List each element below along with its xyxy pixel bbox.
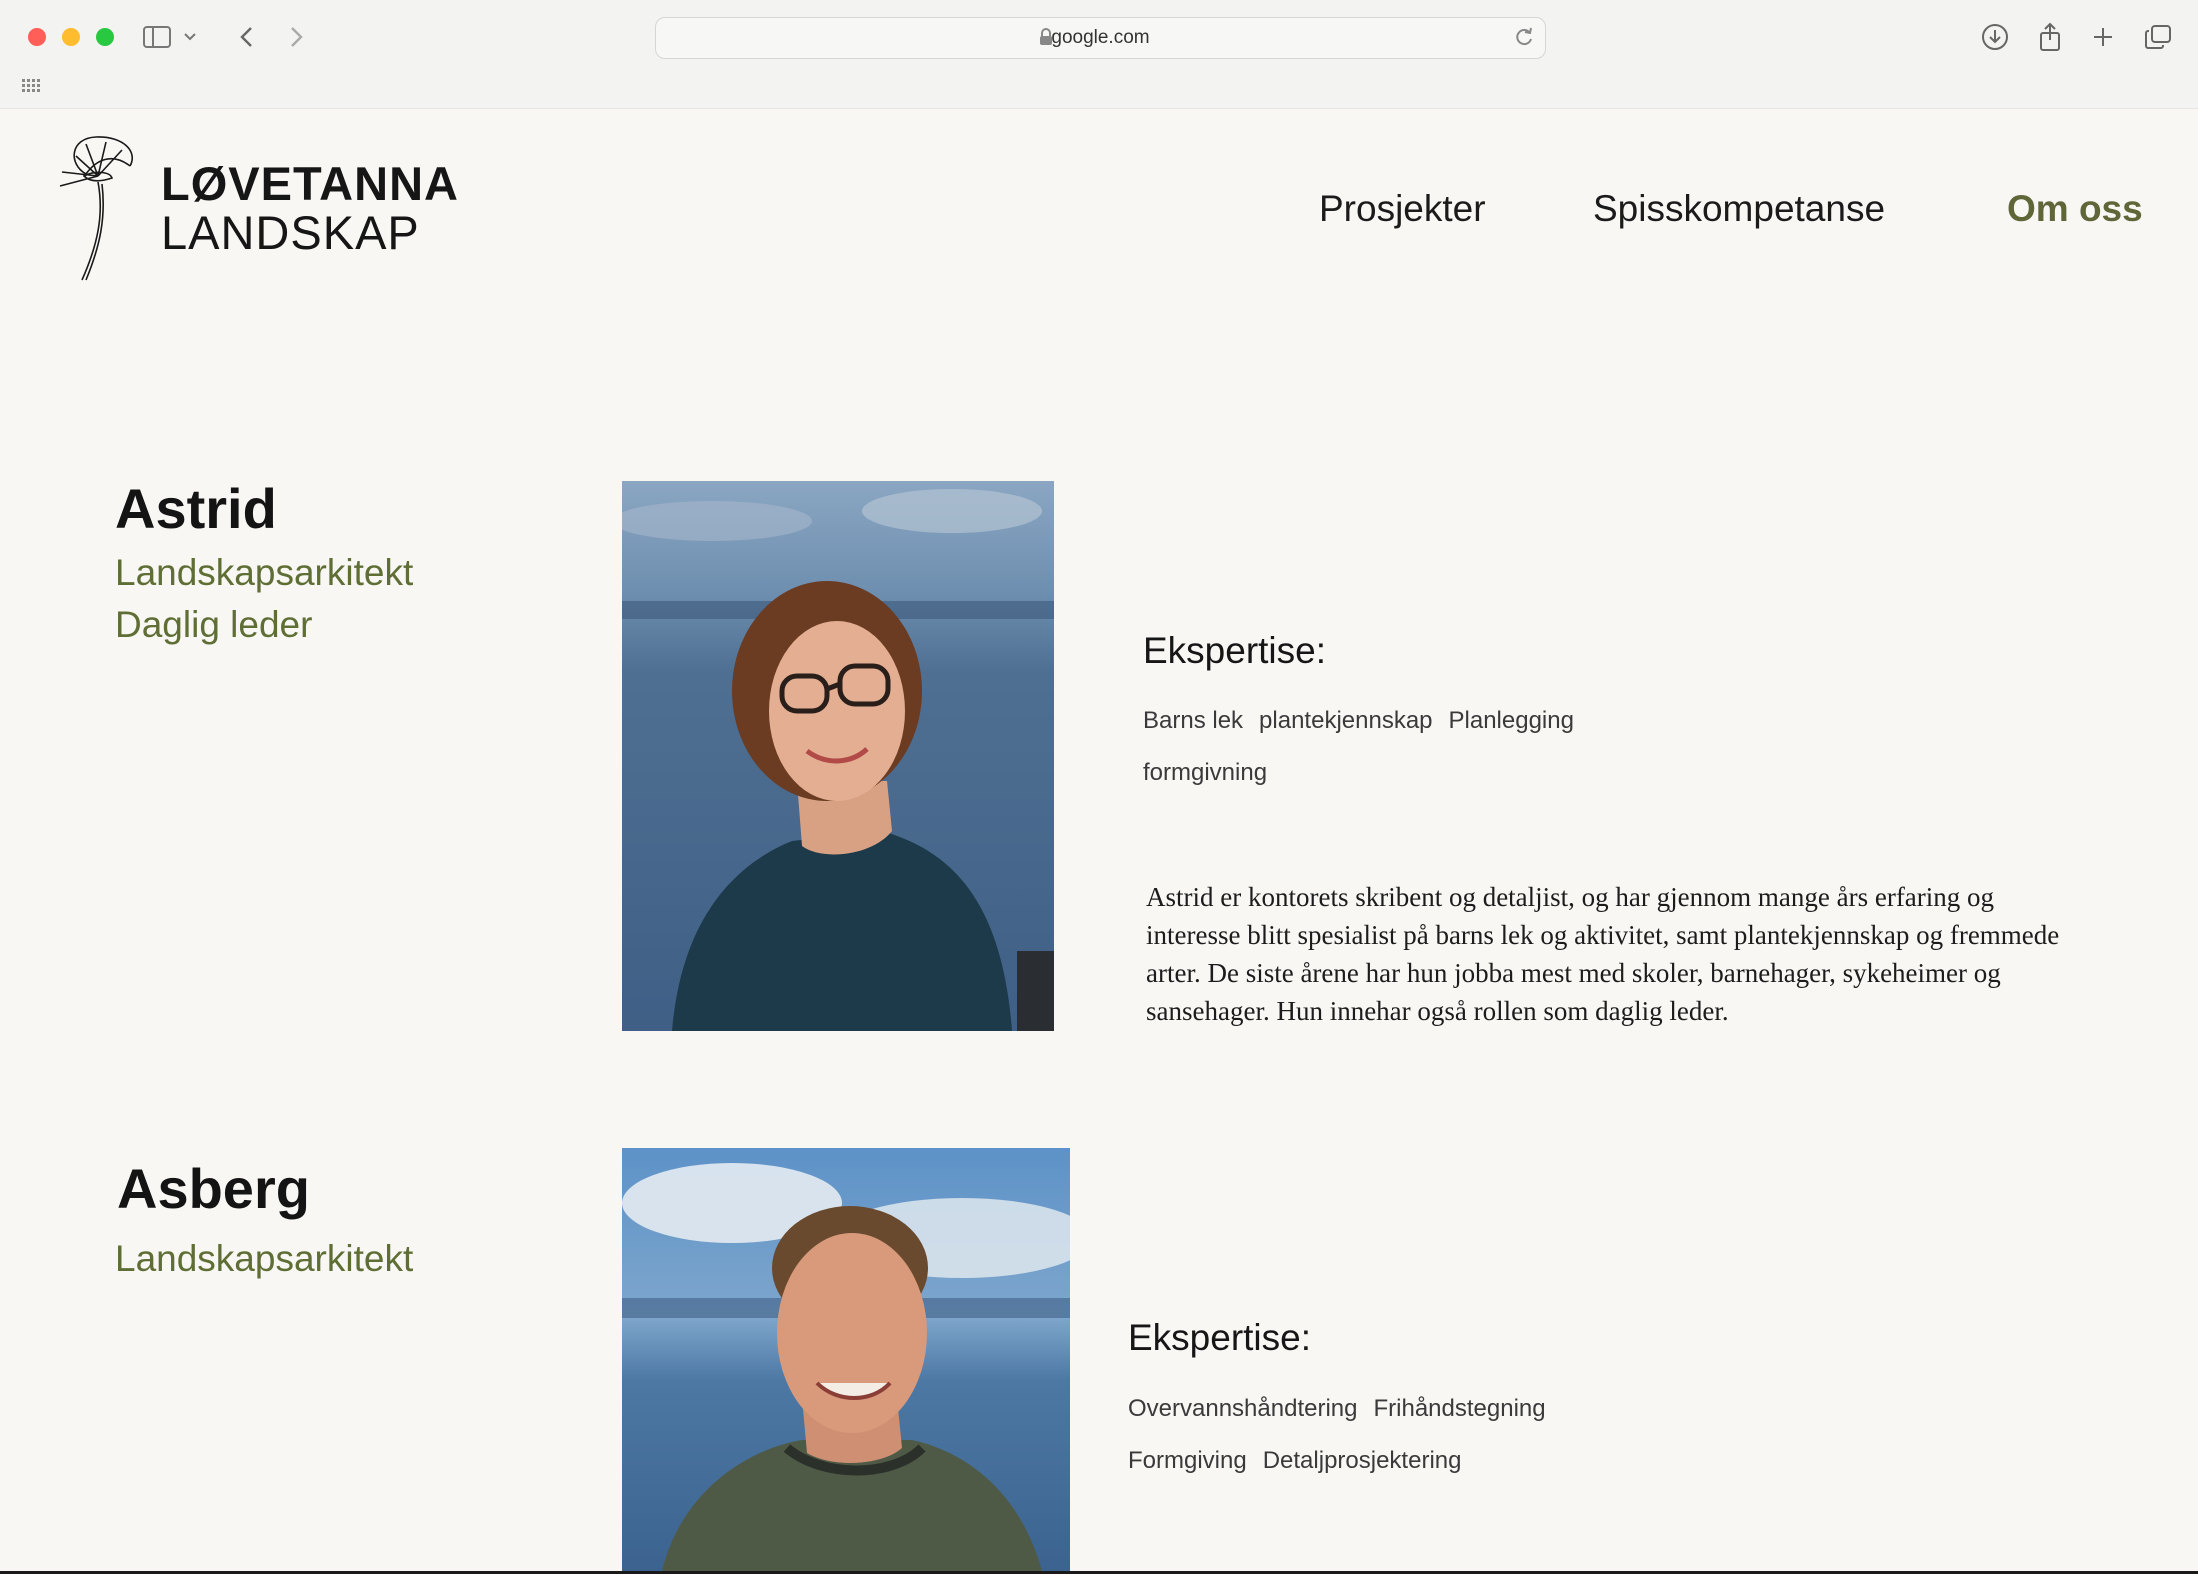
expertise-heading: Ekspertise:	[1143, 630, 1327, 671]
zoom-window-button[interactable]	[96, 28, 114, 46]
expertise-tag: Formgiving	[1128, 1447, 1247, 1474]
expertise-tags: Barns lek plantekjennskap Planlegging fo…	[1143, 695, 1574, 799]
back-icon	[240, 27, 252, 47]
minimize-window-button[interactable]	[62, 28, 80, 46]
profile-role: Landskapsarkitekt	[115, 552, 414, 593]
reload-icon[interactable]	[1513, 26, 1535, 48]
brand-name[interactable]: LØVETANNA LANDSKAP	[161, 160, 459, 256]
nav-spisskompetanse[interactable]: Spisskompetanse	[1593, 188, 1885, 230]
browser-toolbar: google.com	[0, 0, 2198, 109]
forward-button[interactable]	[279, 20, 315, 54]
dandelion-logo-icon[interactable]	[56, 134, 142, 284]
sidebar-toggle-button[interactable]	[139, 20, 175, 54]
profile-name: Asberg	[117, 1157, 310, 1220]
sidebar-icon	[143, 26, 171, 48]
nav-prosjekter[interactable]: Prosjekter	[1319, 188, 1486, 230]
brand-line-2: LANDSKAP	[161, 206, 420, 259]
expertise-tags: Overvannshåndtering Frihåndstegning Form…	[1128, 1383, 1546, 1487]
tabs-overview-icon	[2145, 25, 2171, 49]
downloads-button[interactable]	[1977, 20, 2013, 54]
window-controls	[28, 28, 114, 46]
expertise-tag: Planlegging	[1448, 707, 1574, 734]
chevron-down-icon	[184, 33, 196, 41]
tag-row: formgivning	[1143, 747, 1574, 799]
portrait-image	[622, 1148, 1070, 1571]
tag-row: Overvannshåndtering Frihåndstegning	[1128, 1383, 1546, 1435]
grid-icon[interactable]	[22, 79, 42, 93]
sidebar-menu-button[interactable]	[180, 20, 200, 54]
address-bar[interactable]: google.com	[655, 17, 1546, 59]
nav-om-oss[interactable]: Om oss	[2007, 188, 2143, 230]
profile-name: Astrid	[115, 477, 277, 540]
forward-icon	[291, 27, 303, 47]
expertise-tag: formgivning	[1143, 759, 1268, 786]
close-window-button[interactable]	[28, 28, 46, 46]
tag-row: Formgiving Detaljprosjektering	[1128, 1435, 1546, 1487]
new-tab-button[interactable]	[2085, 20, 2121, 54]
profile-photo-astrid	[622, 481, 1054, 1031]
expertise-tag: Detaljprosjektering	[1262, 1447, 1462, 1474]
profile-role: Landskapsarkitekt	[115, 1238, 414, 1279]
expertise-tag: Frihåndstegning	[1373, 1395, 1546, 1422]
profile-role: Daglig leder	[115, 604, 313, 645]
share-button[interactable]	[2032, 20, 2068, 54]
url-text: google.com	[1051, 27, 1150, 48]
back-button[interactable]	[228, 20, 264, 54]
expertise-tag: Barns lek	[1143, 707, 1244, 734]
profile-photo-asberg	[622, 1148, 1070, 1571]
expertise-tag: plantekjennskap	[1259, 707, 1433, 734]
expertise-heading: Ekspertise:	[1128, 1317, 1312, 1358]
tabs-overview-button[interactable]	[2140, 20, 2176, 54]
expertise-tag: Overvannshåndtering	[1128, 1395, 1358, 1422]
profile-bio: Astrid er kontorets skribent og detaljis…	[1146, 882, 2060, 1026]
tag-row: Barns lek plantekjennskap Planlegging	[1143, 695, 1574, 747]
brand-line-1: LØVETANNA	[161, 157, 459, 210]
portrait-image	[622, 481, 1054, 1031]
new-tab-icon	[2094, 28, 2112, 46]
share-icon	[2040, 22, 2060, 51]
download-icon	[1982, 24, 2008, 50]
